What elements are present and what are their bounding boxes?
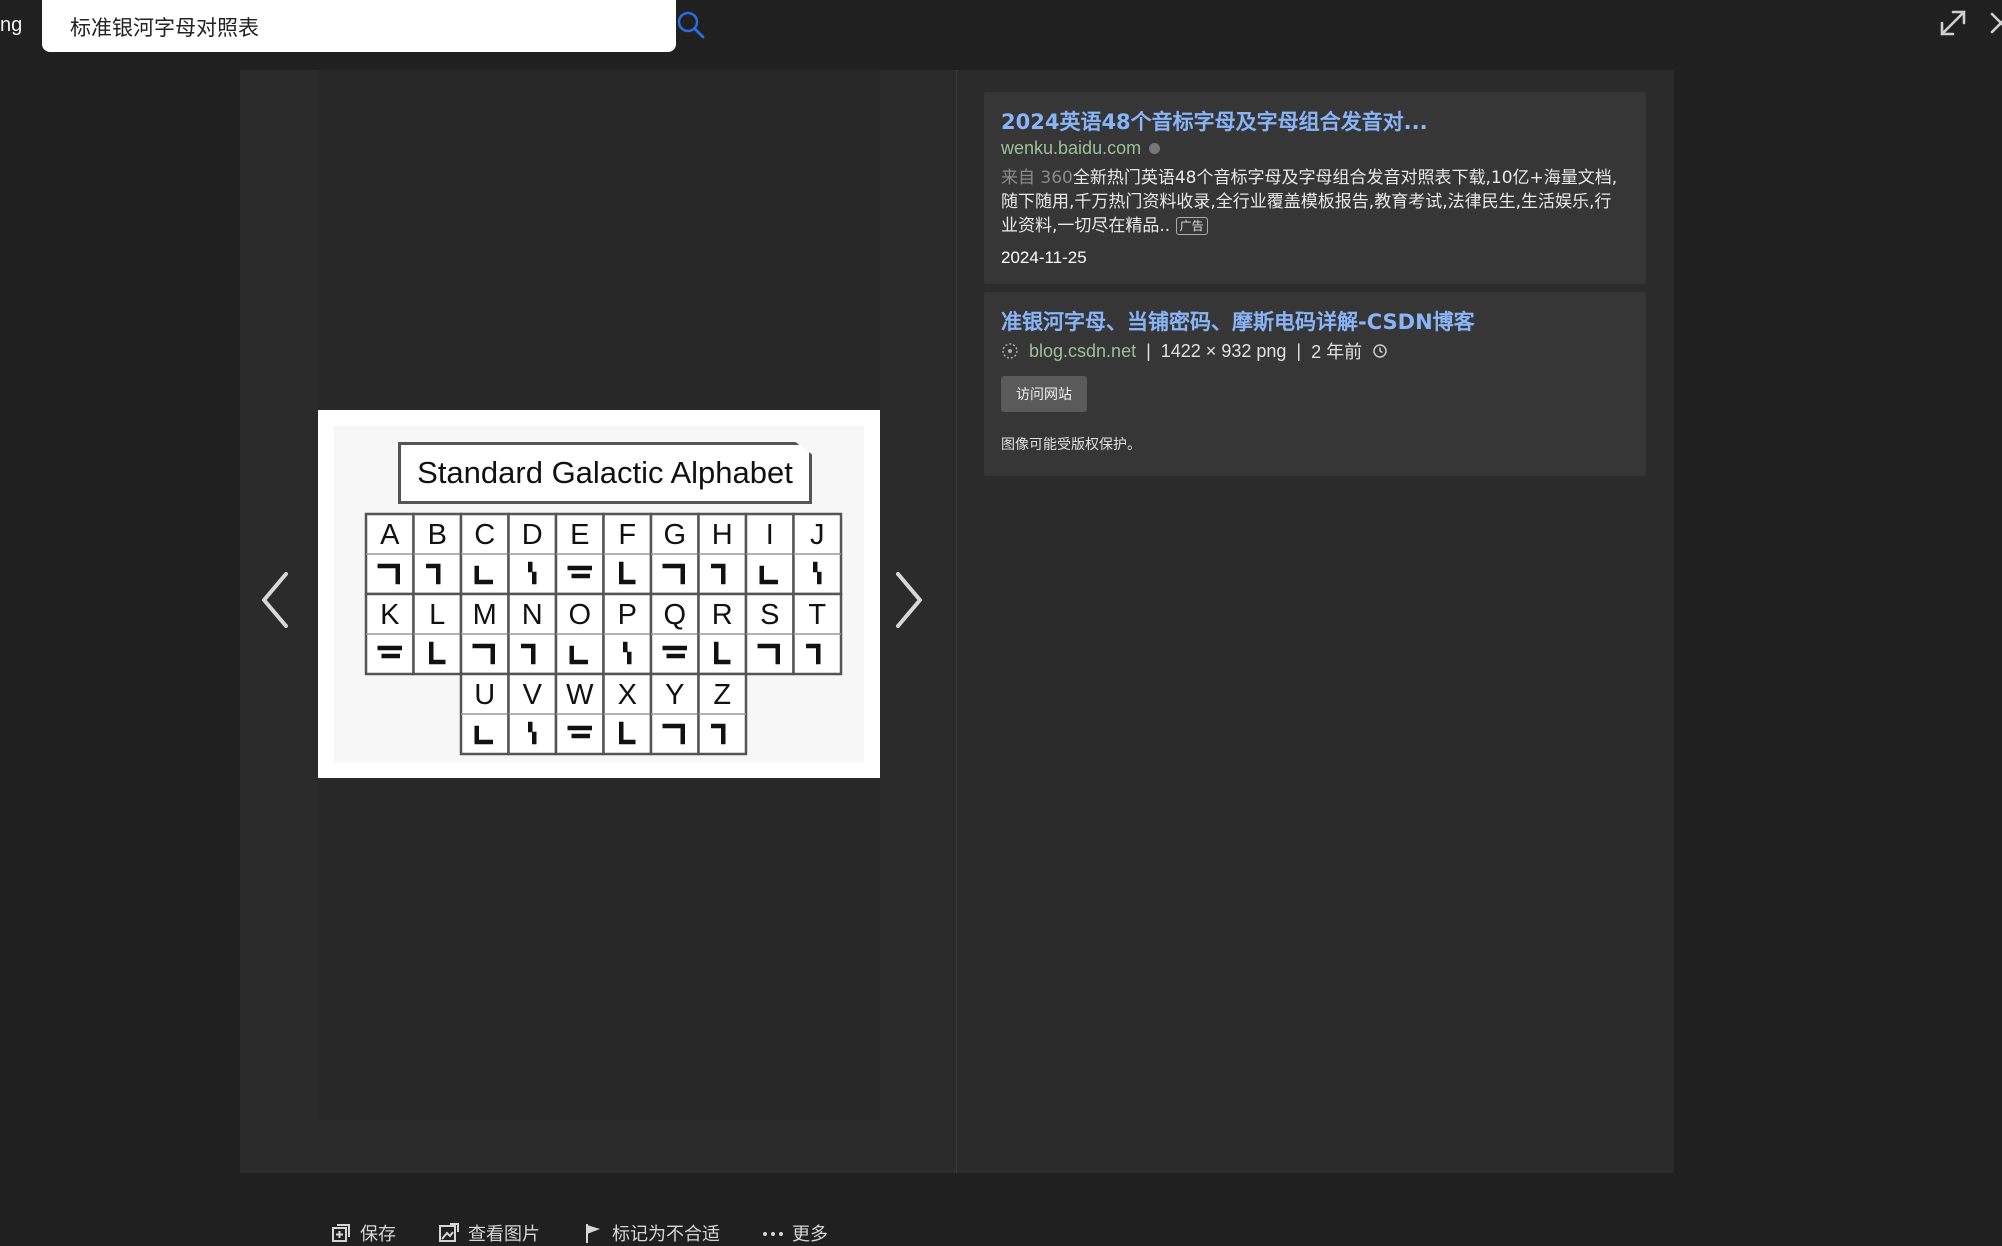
latin-letter: P [618, 599, 637, 631]
save-label: 保存 [360, 1224, 396, 1245]
history-icon [1373, 344, 1387, 358]
alphabet-table: ABCDEFGH I J KLMNOPQRST UVWXYZ [334, 426, 864, 762]
save-button[interactable]: 保存 [330, 1220, 396, 1246]
view-image-label: 查看图片 [468, 1224, 540, 1245]
description-prefix: 来自 360 [1001, 168, 1073, 188]
more-label: 更多 [792, 1224, 828, 1245]
latin-letter: T [808, 599, 826, 631]
result-description: 来自 360全新热门英语48个音标字母及字母组合发音对照表下载,10亿+海量文档… [1001, 166, 1621, 238]
flag-icon [586, 1224, 600, 1243]
result-card-wenku: 2024英语48个音标字母及字母组合发音对... wenku.baidu.com… [984, 92, 1646, 284]
latin-letter: M [473, 599, 497, 631]
preview-image[interactable]: Standard Galactic Alphabet ABCDEFGHIJKLM… [318, 410, 880, 778]
alphabet-grid: A B C D E F G H I J K L M N O P Q R S T U V W X Y Z [364, 512, 843, 756]
latin-letter: K [380, 599, 400, 631]
previous-arrow-icon[interactable] [250, 560, 304, 640]
latin-letter: R [712, 599, 733, 631]
latin-letter: G [663, 519, 686, 551]
top-bar: ng [0, 0, 2002, 70]
search-icon[interactable] [674, 8, 708, 42]
more-icon [763, 1232, 783, 1236]
copyright-notice: 图像可能受版权保护。 [1001, 437, 1141, 453]
result-card-csdn: 准银河字母、当铺密码、摩斯电码详解-CSDN博客 blog.csdn.net |… [984, 292, 1646, 476]
action-bar: 保存 查看图片 标记为不合适 更多 [330, 1220, 828, 1246]
latin-letter: F [618, 519, 636, 551]
meta-separator: | [1146, 340, 1151, 361]
latin-letter: J [810, 519, 825, 551]
latin-letter: S [760, 599, 779, 631]
ad-badge: 广告 [1175, 217, 1208, 235]
next-arrow-icon[interactable] [880, 560, 934, 640]
source-domain[interactable]: blog.csdn.net [1029, 341, 1136, 362]
flag-inappropriate-button[interactable]: 标记为不合适 [582, 1220, 720, 1246]
save-icon [332, 1224, 350, 1242]
image-dimensions: 1422 × 932 png [1160, 340, 1287, 361]
view-image-button[interactable]: 查看图片 [438, 1220, 540, 1246]
latin-letter: V [523, 679, 543, 711]
latin-letter: C [474, 519, 495, 551]
meta-separator: | [1296, 340, 1302, 361]
visit-website-button[interactable]: 访问网站 [1001, 376, 1087, 412]
latin-letter: N [522, 599, 543, 631]
expand-icon[interactable] [1934, 4, 1972, 42]
latin-letter: B [428, 519, 447, 551]
result-age: 2 年前 [1311, 342, 1363, 362]
latin-letter: A [380, 519, 400, 551]
info-icon[interactable] [1149, 143, 1161, 154]
brand-logo-fragment[interactable]: ng [0, 14, 22, 37]
latin-letter: E [570, 519, 589, 551]
more-button[interactable]: 更多 [762, 1220, 828, 1246]
result-title-link[interactable]: 准银河字母、当铺密码、摩斯电码详解-CSDN博客 [1001, 306, 1475, 336]
latin-letter: L [429, 599, 445, 631]
result-meta: blog.csdn.net | 1422 × 932 png | 2 年前 [1001, 338, 1388, 364]
alphabet-chart: Standard Galactic Alphabet ABCDEFGHIJKLM… [334, 426, 864, 762]
pane-divider [956, 70, 957, 1173]
latin-letter: H [712, 519, 733, 551]
search-box[interactable] [42, 0, 705, 54]
close-icon[interactable] [1990, 4, 2002, 42]
latin-letter: I [766, 519, 774, 551]
latin-letter: W [566, 679, 594, 711]
description-text: 全新热门英语48个音标字母及字母组合发音对照表下载,10亿+海量文档,随下随用,… [1001, 168, 1618, 236]
latin-letter: Q [663, 599, 686, 631]
latin-letter: Y [665, 679, 684, 711]
search-input[interactable] [68, 0, 612, 54]
result-date: 2024-11-25 [1001, 248, 1087, 267]
latin-letter: D [522, 519, 543, 551]
result-title-link[interactable]: 2024英语48个音标字母及字母组合发音对... [1001, 106, 1428, 136]
latin-letter: Z [713, 679, 731, 711]
latin-letter: X [618, 679, 637, 711]
source-domain[interactable]: wenku.baidu.com [1001, 138, 1141, 159]
latin-letter: O [568, 599, 591, 631]
view-image-icon [439, 1223, 459, 1242]
result-source: wenku.baidu.com [1001, 138, 1161, 159]
latin-letter: U [474, 679, 495, 711]
site-favicon-icon [1002, 343, 1018, 359]
flag-label: 标记为不合适 [612, 1224, 720, 1245]
